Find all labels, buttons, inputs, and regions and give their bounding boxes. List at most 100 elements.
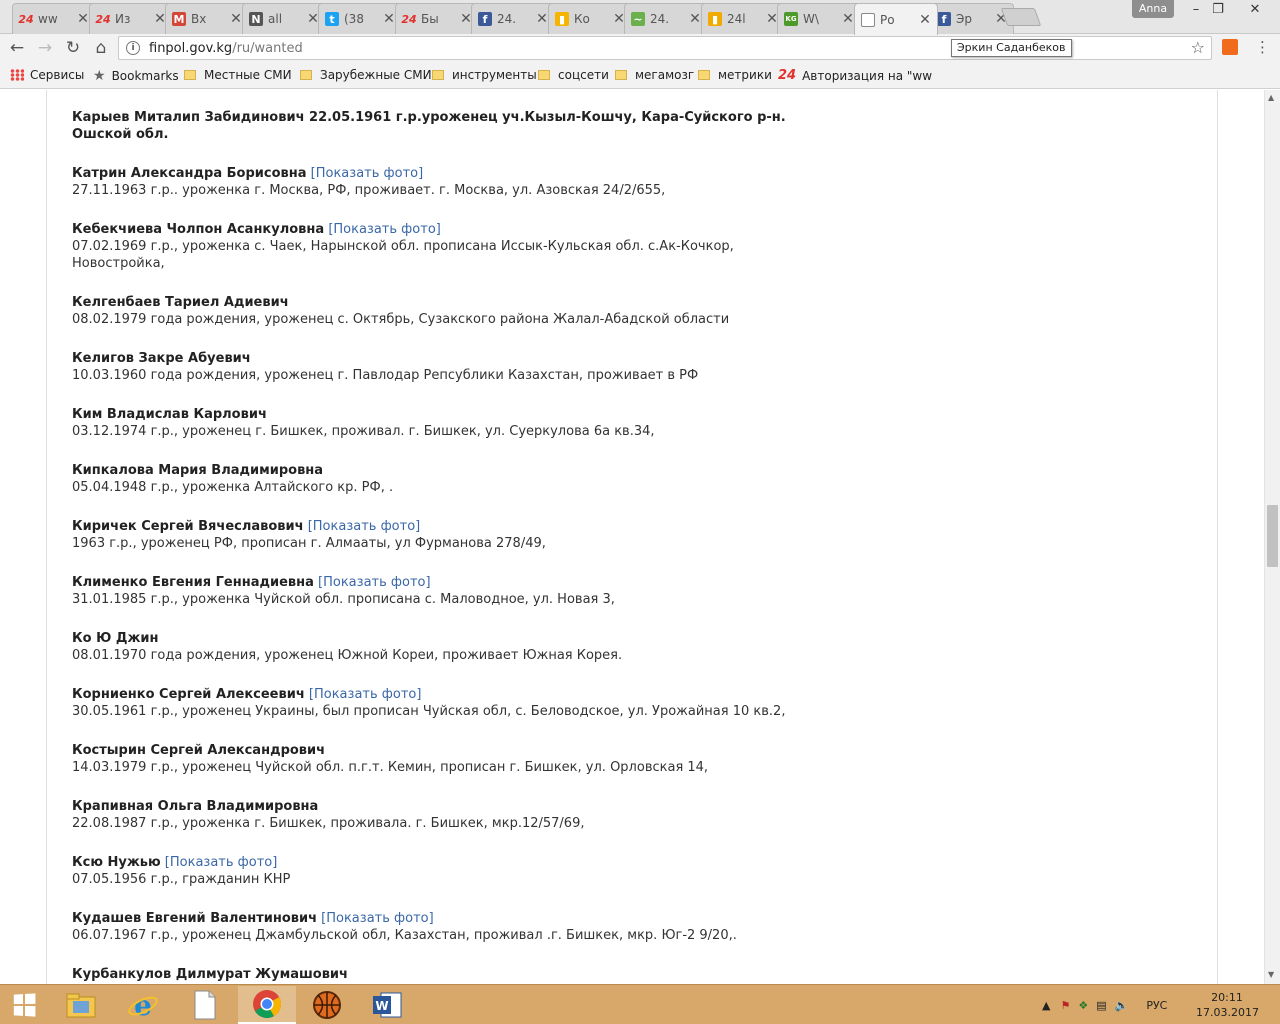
list-item: Ко Ю Джин 08.01.1970 года рождения, уроже…: [72, 630, 812, 664]
24kg-icon: 24: [95, 12, 111, 26]
entry-header: Кудашев Евгений Валентинович [Показать ф…: [72, 910, 812, 927]
bookmarks-bar: Сервисы ★ Bookmarks Местные СМИ Зарубежные С…: [0, 62, 1280, 89]
close-tab-icon[interactable]: ✕: [536, 11, 548, 27]
action-center-icon[interactable]: ⚑: [1060, 999, 1070, 1012]
vertical-scrollbar[interactable]: ▲ ▼: [1264, 90, 1280, 984]
browser-tab[interactable]: Nall ✕: [242, 3, 326, 34]
entry-header: Корниенко Сергей Алексеевич [Показать фо…: [72, 686, 812, 703]
network-status-icon[interactable]: ❖: [1078, 999, 1088, 1012]
close-tab-icon[interactable]: ✕: [919, 12, 931, 28]
browser-tab[interactable]: t (38 ✕: [318, 3, 402, 34]
bookmark-item[interactable]: инструменты: [432, 68, 537, 82]
tooltip: Эркин Саданбеков: [951, 39, 1072, 57]
info-icon[interactable]: i: [126, 41, 140, 55]
bookmark-item[interactable]: Местные СМИ: [184, 68, 292, 82]
show-photo-link[interactable]: [Показать фото]: [309, 687, 422, 702]
clock[interactable]: 20:11 17.03.2017: [1196, 990, 1259, 1020]
show-photo-link[interactable]: [Показать фото]: [318, 575, 431, 590]
scroll-down-icon[interactable]: ▼: [1268, 970, 1274, 979]
close-window-button[interactable]: ✕: [1230, 0, 1280, 20]
browser-tab[interactable]: 24 ww ✕: [12, 3, 96, 34]
bookmark-label: Сервисы: [30, 68, 85, 82]
bookmark-star-icon[interactable]: ☆: [1191, 38, 1205, 57]
minimize-button[interactable]: –: [1186, 0, 1206, 20]
list-item: Ким Владислав Карлович 03.12.1974 г.р., у…: [72, 406, 812, 440]
url-text[interactable]: finpol.gov.kg/ru/wanted: [149, 41, 303, 56]
bookmark-item[interactable]: соцсети: [538, 68, 609, 82]
chrome-icon[interactable]: [238, 986, 296, 1024]
24kg-icon: 24: [778, 68, 797, 83]
taskbar: e W ▲ ⚑ ❖ ▤ 🔈 РУС 20:11 17.03.2017: [0, 984, 1280, 1024]
browser-tab[interactable]: Ро ✕: [854, 3, 938, 35]
apps-grid-icon: [10, 69, 24, 81]
address-bar[interactable]: i finpol.gov.kg/ru/wanted Эркин Саданбек…: [118, 36, 1212, 60]
folder-icon: [184, 70, 196, 80]
folder-icon: [432, 70, 444, 80]
show-photo-link[interactable]: [Показать фото]: [165, 855, 278, 870]
reload-icon[interactable]: ↻: [62, 37, 84, 59]
system-tray: ▲ ⚑ ❖ ▤ 🔈 РУС: [1042, 985, 1167, 1024]
folder-icon: [538, 70, 550, 80]
person-name: Кебекчиева Чолпон Асанкуловна: [72, 222, 325, 237]
svg-text:W: W: [375, 999, 388, 1013]
entry-header: Кебекчиева Чолпон Асанкуловна [Показать …: [72, 221, 812, 238]
maximize-button[interactable]: ❐: [1208, 0, 1228, 20]
browser-tab[interactable]: ▮ 24l ✕: [701, 3, 785, 34]
tab-title: all: [268, 12, 283, 26]
home-icon[interactable]: ⌂: [90, 37, 112, 59]
close-tab-icon[interactable]: ✕: [689, 11, 701, 27]
entry-header: Клименко Евгения Геннадиевна [Показать ф…: [72, 574, 812, 591]
back-arrow-icon[interactable]: ←: [6, 37, 28, 59]
language-indicator[interactable]: РУС: [1146, 999, 1167, 1012]
browser-tab[interactable]: KG W\ ✕: [777, 3, 861, 34]
entry-header: Карыев Миталип Забидинович 22.05.1961 г.…: [72, 109, 812, 143]
internet-explorer-icon[interactable]: e: [114, 986, 172, 1024]
bookmark-item[interactable]: ★ Bookmarks: [93, 68, 179, 84]
word-icon[interactable]: W: [358, 986, 416, 1024]
entry-header: Ко Ю Джин: [72, 630, 812, 647]
person-details: 07.02.1969 г.р., уроженка с. Чаек, Нарын…: [72, 239, 734, 271]
tab-strip: 24 ww ✕ 24 Из ✕ M Вх ✕ Nall ✕ t (38 ✕ 24 Бы ✕ f 24. ✕ ▮ Ко ✕ ~2…: [0, 0, 1280, 35]
scrollbar-thumb[interactable]: [1267, 505, 1278, 567]
browser-tab[interactable]: ▮ Ко ✕: [548, 3, 632, 34]
menu-icon[interactable]: ⋮: [1255, 37, 1270, 57]
person-name: Ко Ю Джин: [72, 631, 159, 646]
bookmark-item[interactable]: метрики: [698, 68, 772, 82]
bookmark-item[interactable]: Сервисы: [10, 68, 84, 82]
browser-tab[interactable]: f 24. ✕: [471, 3, 555, 34]
bookmark-item[interactable]: 24 Авторизация на "ww: [778, 68, 932, 83]
start-button[interactable]: [0, 985, 48, 1024]
tray-expand-icon[interactable]: ▲: [1042, 999, 1050, 1012]
basketball-app-icon[interactable]: [298, 986, 356, 1024]
display-icon[interactable]: ▤: [1096, 999, 1106, 1012]
list-item: Кипкалова Мария Владимировна 05.04.1948 г…: [72, 462, 812, 496]
browser-tab[interactable]: M Вх ✕: [165, 3, 249, 34]
bookmark-item[interactable]: мегамозг: [615, 68, 694, 82]
show-photo-link[interactable]: [Показать фото]: [321, 911, 434, 926]
bookmark-item[interactable]: Зарубежные СМИ: [300, 68, 432, 82]
close-tab-icon[interactable]: ✕: [842, 11, 854, 27]
show-photo-link[interactable]: [Показать фото]: [311, 166, 424, 181]
person-details: 27.11.1963 г.р.. уроженка г. Москва, РФ,…: [72, 183, 666, 198]
browser-tab[interactable]: 24 Из ✕: [89, 3, 173, 34]
forward-arrow-icon[interactable]: →: [34, 37, 56, 59]
new-tab-button[interactable]: [1000, 8, 1042, 26]
file-explorer-icon[interactable]: [52, 986, 110, 1024]
entry-header: Келгенбаев Тариел Адиевич: [72, 294, 812, 311]
show-photo-link[interactable]: [Показать фото]: [328, 222, 441, 237]
extension-icon[interactable]: [1222, 39, 1238, 55]
volume-icon[interactable]: 🔈: [1115, 999, 1129, 1012]
browser-tab[interactable]: ~24. ✕: [624, 3, 708, 34]
tab-title: 24.: [650, 12, 670, 26]
close-tab-icon[interactable]: ✕: [77, 11, 89, 27]
show-photo-link[interactable]: [Показать фото]: [308, 519, 421, 534]
profile-button[interactable]: Anna: [1132, 0, 1174, 18]
notepad-icon[interactable]: [176, 986, 234, 1024]
folder-icon: [615, 70, 627, 80]
browser-tab[interactable]: 24 Бы ✕: [395, 3, 479, 34]
person-name: Катрин Александра Борисовна: [72, 166, 307, 181]
bookmark-label: Bookmarks: [111, 69, 179, 83]
scroll-up-icon[interactable]: ▲: [1268, 93, 1274, 102]
close-tab-icon[interactable]: ✕: [230, 11, 242, 27]
close-tab-icon[interactable]: ✕: [383, 11, 395, 27]
